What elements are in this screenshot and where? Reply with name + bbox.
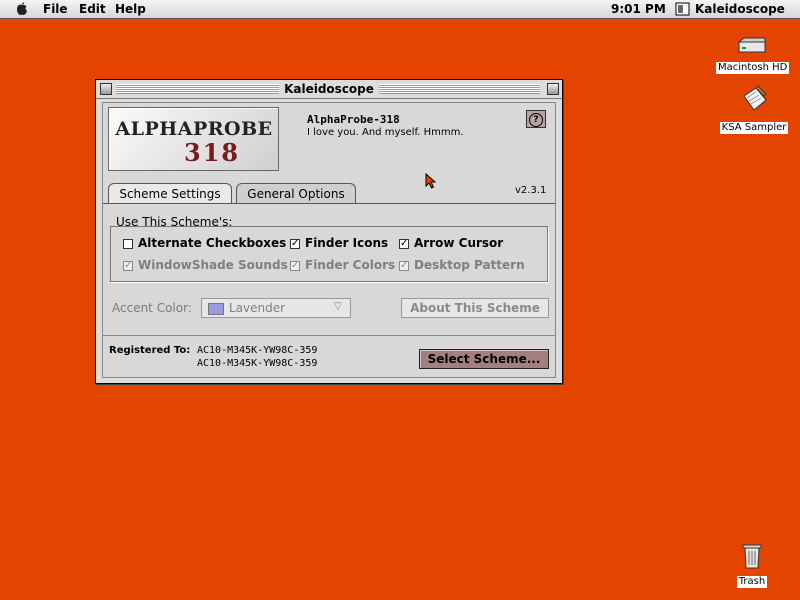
chevron-down-icon: ▽ [334, 301, 342, 312]
logo-name: ALPHAPROBE [115, 118, 273, 140]
checkbox-label: Desktop Pattern [414, 258, 525, 272]
accent-swatch [208, 303, 224, 315]
scheme-description: I love you. And myself. Hmmm. [307, 127, 464, 138]
desktop-icon-trash[interactable]: Trash [730, 542, 774, 588]
checkbox-label: Finder Colors [305, 258, 396, 272]
tab-scheme-settings[interactable]: Scheme Settings [108, 183, 232, 203]
registration-code: AC10-M345K-YW98C-359 [197, 345, 318, 356]
application-menu-icon[interactable] [675, 2, 690, 16]
window-title: Kaleidoscope [279, 82, 379, 96]
checkbox-windowshade-sounds: ✓ [123, 260, 133, 271]
trash-icon [742, 544, 762, 569]
desktop-icon-macintosh-hd[interactable]: Macintosh HD [716, 36, 790, 74]
accent-color-value: Lavender [229, 301, 286, 315]
checkbox-label[interactable]: Alternate Checkboxes [138, 236, 286, 250]
checkbox-desktop-pattern: ✓ [399, 260, 409, 271]
logo-number: 318 [184, 138, 241, 167]
registration-code: AC10-M345K-YW98C-359 [197, 358, 318, 369]
arrow-cursor-icon [425, 173, 437, 189]
desktop-icon-label: Macintosh HD [716, 62, 790, 74]
apple-menu-icon[interactable] [14, 1, 30, 17]
menu-edit[interactable]: Edit [79, 2, 106, 16]
registered-to-label: Registered To: [109, 345, 191, 356]
checkbox-label[interactable]: Arrow Cursor [414, 236, 503, 250]
desktop-icon-label: Trash [736, 576, 768, 588]
help-icon: ? [529, 113, 543, 127]
select-scheme-button[interactable]: Select Scheme... [419, 349, 549, 369]
group-label: Use This Scheme's: [116, 215, 233, 229]
menu-clock[interactable]: 9:01 PM [611, 2, 666, 16]
menu-help[interactable]: Help [115, 2, 146, 16]
window-title-bar[interactable]: Kaleidoscope [96, 80, 562, 99]
desktop-icon-ksa-sampler[interactable]: KSA Sampler [718, 84, 790, 134]
scheme-options-group [110, 226, 548, 282]
tab-general-options[interactable]: General Options [236, 183, 356, 203]
version-label: v2.3.1 [515, 185, 547, 196]
scheme-name: AlphaProbe-318 [307, 113, 400, 126]
help-button[interactable]: ? [526, 110, 546, 128]
checkbox-finder-icons[interactable]: ✓ [290, 239, 300, 249]
hard-drive-icon [738, 37, 766, 53]
control-panel-content: ALPHAPROBE 318 AlphaProbe-318 I love you… [102, 102, 556, 378]
accent-color-label: Accent Color: [112, 301, 192, 315]
checkbox-alternate-checkboxes[interactable] [123, 239, 133, 249]
menu-file[interactable]: File [43, 2, 68, 16]
collapse-box[interactable] [547, 83, 559, 95]
checkbox-finder-colors: ✓ [290, 260, 300, 271]
application-menu-label[interactable]: Kaleidoscope [695, 2, 785, 16]
desktop-icon-label: KSA Sampler [719, 122, 789, 134]
checkbox-label: WindowShade Sounds [138, 258, 288, 272]
kaleidoscope-window: Kaleidoscope ALPHAPROBE 318 AlphaProbe-3… [95, 79, 563, 384]
checkbox-label[interactable]: Finder Icons [305, 236, 388, 250]
document-icon [743, 85, 767, 111]
checkbox-arrow-cursor[interactable]: ✓ [399, 239, 409, 249]
menu-bar: File Edit Help 9:01 PM Kaleidoscope [0, 0, 800, 19]
about-scheme-button: About This Scheme [401, 298, 549, 318]
accent-color-select: Lavender ▽ [201, 298, 351, 318]
close-box[interactable] [100, 83, 112, 95]
scheme-logo: ALPHAPROBE 318 [108, 107, 279, 171]
